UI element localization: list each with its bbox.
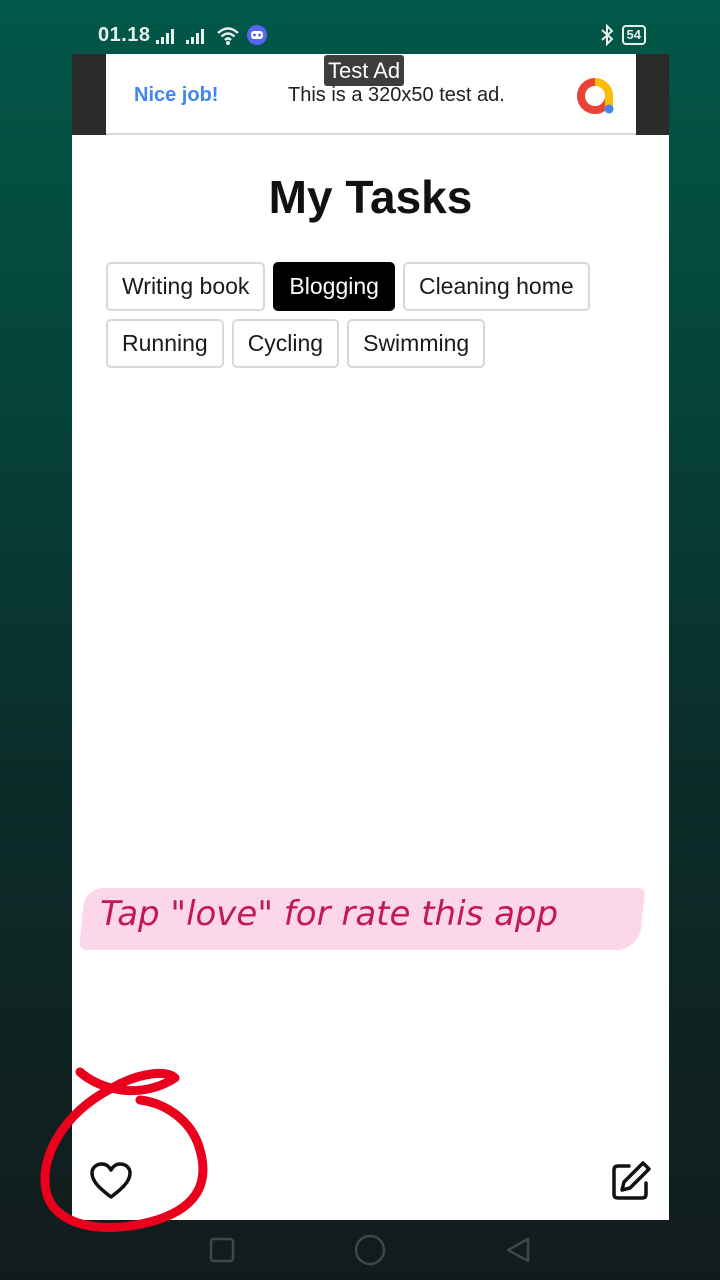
recent-apps-icon[interactable] [204, 1232, 240, 1268]
home-icon[interactable] [352, 1232, 388, 1268]
task-chip[interactable]: Cleaning home [402, 262, 590, 311]
ad-text[interactable]: This is a 320x50 test ad. [288, 84, 505, 107]
battery-icon: 54 [621, 25, 646, 45]
discord-icon [247, 25, 267, 45]
rate-app-promo: Tap "love" for rate this app [78, 880, 646, 956]
promo-text: Tap "love" for rate this app [100, 894, 559, 934]
edit-button[interactable] [606, 1156, 656, 1206]
signal-icon [186, 29, 204, 44]
love-button[interactable] [86, 1156, 136, 1206]
ad-banner[interactable]: Nice job! This is a 320x50 test ad. Test… [72, 54, 669, 135]
app-window: Nice job! This is a 320x50 test ad. Test… [72, 54, 669, 1220]
google-ads-logo-icon[interactable] [573, 74, 617, 118]
task-chip[interactable]: Running [106, 319, 224, 368]
signal-icon [156, 29, 174, 44]
task-chip[interactable]: Cycling [231, 319, 340, 368]
navigation-bar [0, 1220, 720, 1280]
ad-headline[interactable]: Nice job! [134, 84, 218, 107]
task-list: Writing book Blogging Cleaning home Runn… [106, 262, 626, 368]
edit-icon[interactable] [610, 1160, 652, 1202]
bluetooth-icon [600, 24, 613, 46]
task-chip[interactable]: Writing book [106, 262, 266, 311]
ad-label: Test Ad [324, 55, 405, 86]
task-chip[interactable]: Swimming [347, 319, 486, 368]
page-title: My Tasks [268, 171, 473, 223]
wifi-icon [217, 27, 239, 45]
back-icon[interactable] [500, 1232, 536, 1268]
heart-outline-icon[interactable] [89, 1161, 133, 1201]
task-chip-selected[interactable]: Blogging [273, 262, 395, 311]
status-time: 01.18 [98, 24, 151, 46]
